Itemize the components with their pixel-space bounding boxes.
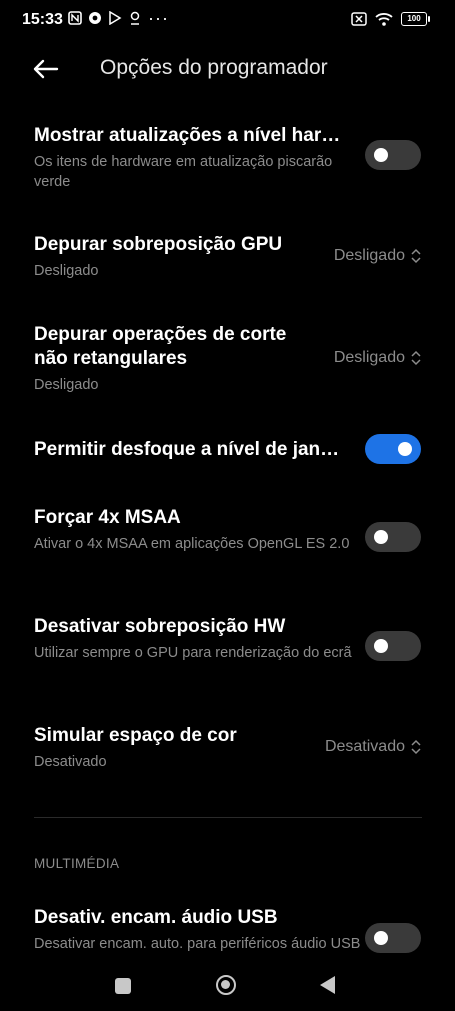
setting-title: Depurar sobreposição GPU — [34, 234, 283, 255]
setting-title: Simular espaço de cor — [34, 725, 237, 746]
chevron-updown-icon — [411, 350, 421, 366]
status-bar: 15:33 ··· 100 — [0, 0, 455, 42]
setting-title: Mostrar atualizações a nível hardware — [34, 125, 346, 146]
select-simulate-color-space[interactable]: Desativado — [325, 738, 421, 756]
chevron-updown-icon — [411, 739, 421, 755]
setting-subtitle: Ativar o 4x MSAA em aplicações OpenGL ES… — [34, 536, 350, 552]
nfc-icon — [68, 11, 82, 25]
home-icon[interactable] — [216, 975, 236, 995]
setting-subtitle: Desligado — [34, 377, 99, 393]
battery-icon: 100 — [401, 12, 430, 26]
toggle-knob — [374, 639, 388, 653]
setting-title: Permitir desfoque a nível de janela — [34, 439, 346, 460]
select-debug-gpu-overdraw[interactable]: Desligado — [334, 247, 421, 265]
select-debug-non-rect-clip[interactable]: Desligado — [334, 349, 421, 367]
chrome-icon — [89, 12, 101, 24]
select-value: Desligado — [333, 349, 405, 366]
toggle-knob — [374, 148, 388, 162]
arrow-left-icon[interactable] — [30, 54, 60, 84]
toggle-knob — [398, 442, 412, 456]
notification-icons — [68, 11, 142, 25]
setting-title: Depurar operações de corte não retangula… — [34, 324, 287, 369]
more-notifications: ··· — [148, 8, 169, 28]
toggle-knob — [374, 931, 388, 945]
setting-subtitle: Os itens de hardware em atualização pisc… — [34, 154, 333, 190]
section-divider — [34, 817, 422, 818]
setting-subtitle: Utilizar sempre o GPU para renderização … — [34, 645, 352, 661]
setting-title: Desativ. encam. áudio USB — [34, 907, 278, 928]
toggle-window-blur[interactable] — [365, 434, 421, 464]
toggle-disable-usb-audio-routing[interactable] — [365, 923, 421, 953]
select-value: Desativado — [324, 738, 405, 755]
status-time: 15:33 — [22, 11, 63, 28]
toggle-knob — [374, 530, 388, 544]
no-sim-icon — [351, 12, 367, 26]
toggle-disable-hw-overlay[interactable] — [365, 631, 421, 661]
toggle-force-4x-msaa[interactable] — [365, 522, 421, 552]
system-icons: 100 — [351, 12, 430, 26]
setting-title: Desativar sobreposição HW — [34, 616, 286, 637]
chevron-updown-icon — [411, 248, 421, 264]
setting-subtitle: Desativar encam. auto. para periféricos … — [34, 936, 361, 952]
toggle-show-hw-updates[interactable] — [365, 140, 421, 170]
select-value: Desligado — [333, 247, 405, 264]
setting-title: Forçar 4x MSAA — [34, 507, 181, 528]
wifi-icon — [375, 13, 393, 26]
play-icon — [109, 11, 122, 25]
section-header-multimedia: MULTIMÉDIA — [34, 856, 120, 871]
page-title: Opções do programador — [100, 56, 328, 79]
app-bar: Opções do programador — [0, 42, 455, 98]
recents-icon[interactable] — [115, 978, 131, 994]
back-triangle-icon[interactable] — [320, 976, 335, 994]
location-icon — [130, 11, 140, 25]
navigation-bar — [0, 958, 455, 1011]
